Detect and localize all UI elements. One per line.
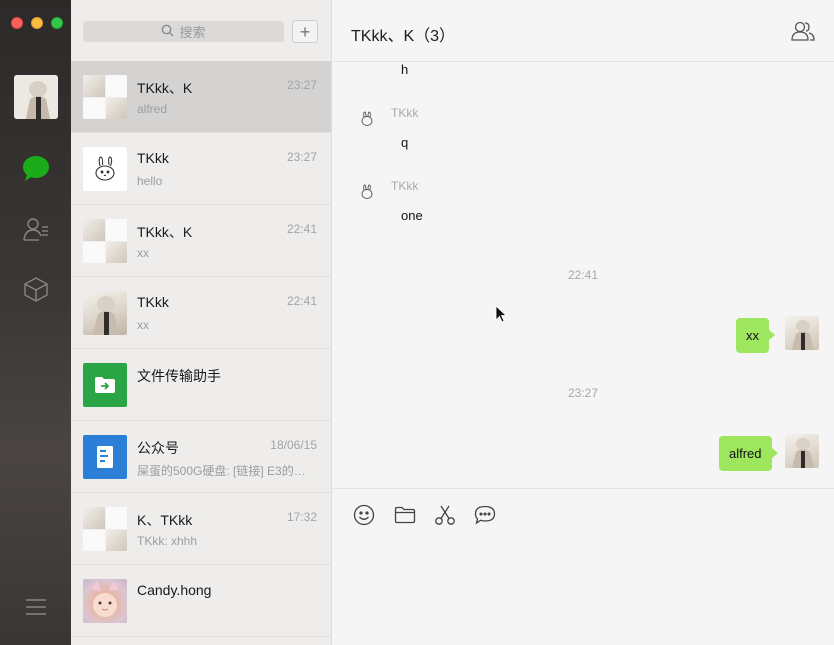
add-chat-button[interactable]: + [292, 20, 318, 43]
my-message-bubble[interactable]: xx [736, 318, 775, 353]
chat-history-icon[interactable] [473, 503, 497, 527]
conversation-name: 文件传输助手 [137, 368, 221, 384]
emoji-icon[interactable] [352, 503, 376, 527]
group-avatar [83, 507, 127, 551]
message-composer[interactable] [332, 488, 834, 645]
file-transfer-icon [83, 363, 127, 407]
my-avatar[interactable] [785, 434, 819, 468]
conversation-name: 公众号 [137, 440, 179, 456]
search-input[interactable]: 搜索 [83, 21, 284, 42]
conversation-item[interactable]: Candy.hong [71, 565, 331, 637]
conversation-name: TKkk、K [137, 80, 193, 96]
search-icon [161, 24, 174, 40]
message-timestamp: 23:27 [567, 386, 599, 400]
group-avatar [83, 219, 127, 263]
contacts-icon[interactable] [20, 213, 52, 245]
message-sender: TKkk [391, 179, 419, 193]
bunny-avatar-small[interactable] [360, 184, 376, 200]
conversation-item[interactable]: TKkk、K 23:27 alfred [71, 61, 331, 133]
conversation-item[interactable]: TKkk 23:27 hello [71, 133, 331, 205]
conversation-preview: hello [137, 174, 163, 188]
conversation-preview: 屎蛋的500G硬盘: [链接] E3的… [137, 464, 306, 478]
official-account-icon [83, 435, 127, 479]
chat-bubble-icon[interactable] [20, 153, 52, 185]
photo-avatar [83, 291, 127, 335]
conversation-preview: TKkk: xhhh [137, 534, 198, 548]
my-avatar[interactable] [785, 316, 819, 350]
message-timestamp: 22:41 [567, 268, 599, 282]
cube-icon[interactable] [20, 273, 52, 305]
message-sender: TKkk [391, 106, 419, 120]
conversation-preview: alfred [137, 102, 168, 116]
conversation-time: 22:41 [286, 222, 317, 236]
conversation-item[interactable]: TKkk、K 22:41 xx [71, 205, 331, 277]
conversation-preview: xx [137, 246, 149, 260]
sidebar-rail [0, 0, 71, 645]
conversation-time: 23:27 [286, 150, 317, 164]
candy-avatar [83, 579, 127, 623]
conversation-item[interactable]: K、TKkk 17:32 TKkk: xhhh [71, 493, 331, 565]
conversation-time: 22:41 [286, 294, 317, 308]
message-text: one [401, 208, 423, 223]
conversation-item[interactable]: TKkk 22:41 xx [71, 277, 331, 349]
conversation-item[interactable]: 文件传输助手 [71, 349, 331, 421]
conversation-preview: xx [137, 318, 149, 332]
group-members-icon[interactable] [790, 20, 816, 42]
bunny-avatar-small[interactable] [360, 111, 376, 127]
hamburger-icon[interactable] [20, 591, 52, 623]
folder-icon[interactable] [393, 503, 417, 527]
conversation-time: 17:32 [286, 510, 317, 524]
group-avatar [83, 75, 127, 119]
minimize-window-button[interactable] [31, 17, 43, 29]
conversation-name: Candy.hong [137, 582, 212, 598]
maximize-window-button[interactable] [51, 17, 63, 29]
message-text: h [401, 62, 409, 77]
conversation-item[interactable]: 公众号 18/06/15 屎蛋的500G硬盘: [链接] E3的… [71, 421, 331, 493]
close-window-button[interactable] [11, 17, 23, 29]
user-avatar[interactable] [14, 75, 58, 119]
search-placeholder: 搜索 [179, 25, 206, 40]
conversation-name: TKkk、K [137, 224, 193, 240]
mouse-cursor [495, 305, 507, 323]
my-message-bubble[interactable]: alfred [719, 436, 778, 471]
conversation-name: K、TKkk [137, 512, 193, 528]
bunny-avatar [83, 147, 127, 191]
conversation-time: 18/06/15 [270, 438, 317, 452]
scissors-icon[interactable] [433, 503, 457, 527]
conversation-time: 23:27 [286, 78, 317, 92]
chat-panel: TKkk、K（3） h TKkk q TKkk one 22:41 xx 23:… [332, 0, 834, 645]
conversation-name: TKkk [137, 294, 169, 310]
conversation-name: TKkk [137, 150, 169, 166]
conversation-list: TKkk、K 23:27 alfred TKkk 23:27 hello TKk… [71, 61, 331, 637]
chat-header: TKkk、K（3） [332, 0, 834, 62]
window-controls [11, 17, 63, 29]
conversation-panel: 搜索 + TKkk、K 23:27 alfred TKkk 23:27 hell… [71, 0, 332, 645]
chat-title: TKkk、K（3） [351, 28, 456, 45]
message-text: q [401, 135, 409, 150]
